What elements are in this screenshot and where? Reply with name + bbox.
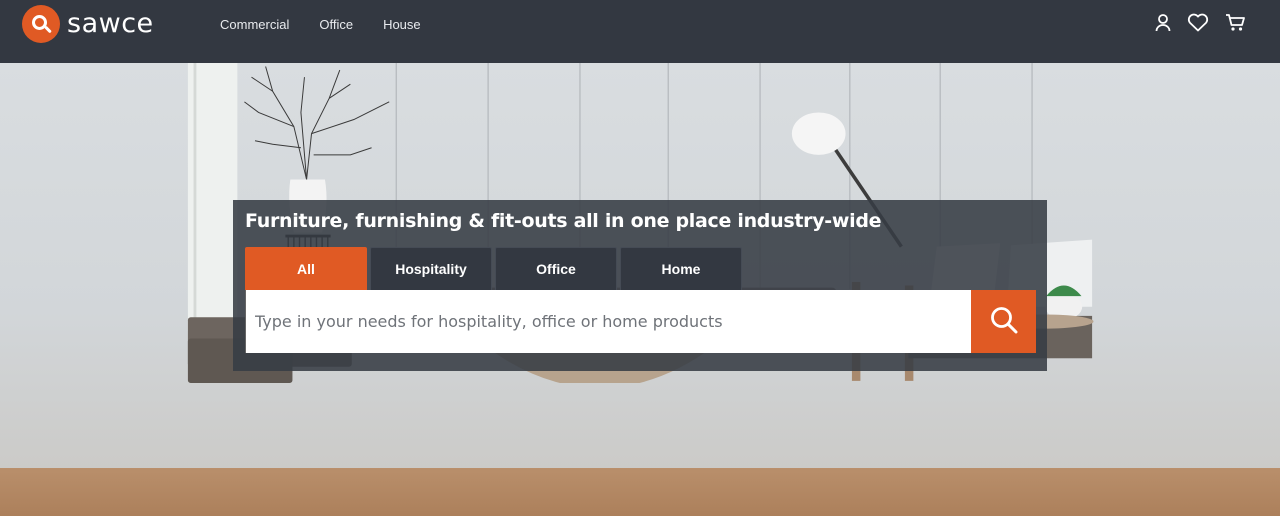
sawce-logo[interactable]: sawce	[22, 5, 154, 43]
header-actions	[1155, 13, 1246, 32]
tab-hospitality[interactable]: Hospitality	[370, 247, 492, 290]
search-input[interactable]	[245, 290, 971, 353]
user-icon[interactable]	[1155, 13, 1171, 32]
nav-link-house[interactable]: House	[383, 16, 421, 33]
main-nav: Commercial Office House	[220, 16, 451, 33]
search-panel: Furniture, furnishing & fit-outs all in …	[233, 200, 1047, 371]
logo-mark-icon	[22, 5, 60, 43]
tab-all[interactable]: All	[245, 247, 367, 290]
top-navigation-bar: sawce Commercial Office House	[0, 0, 1280, 63]
hero-tagline: Furniture, furnishing & fit-outs all in …	[245, 210, 882, 232]
floor	[0, 468, 1280, 516]
search-icon	[989, 305, 1019, 338]
search-button[interactable]	[971, 290, 1036, 353]
logo-text: sawce	[67, 7, 154, 39]
heart-icon[interactable]	[1187, 13, 1209, 32]
hero-banner: Furniture, furnishing & fit-outs all in …	[0, 63, 1280, 516]
nav-link-office[interactable]: Office	[319, 16, 353, 33]
search-bar	[245, 290, 1036, 353]
nav-link-commercial[interactable]: Commercial	[220, 16, 289, 33]
cart-icon[interactable]	[1225, 13, 1246, 32]
category-tabs: All Hospitality Office Home	[245, 247, 742, 290]
tab-office[interactable]: Office	[495, 247, 617, 290]
tab-home[interactable]: Home	[620, 247, 742, 290]
